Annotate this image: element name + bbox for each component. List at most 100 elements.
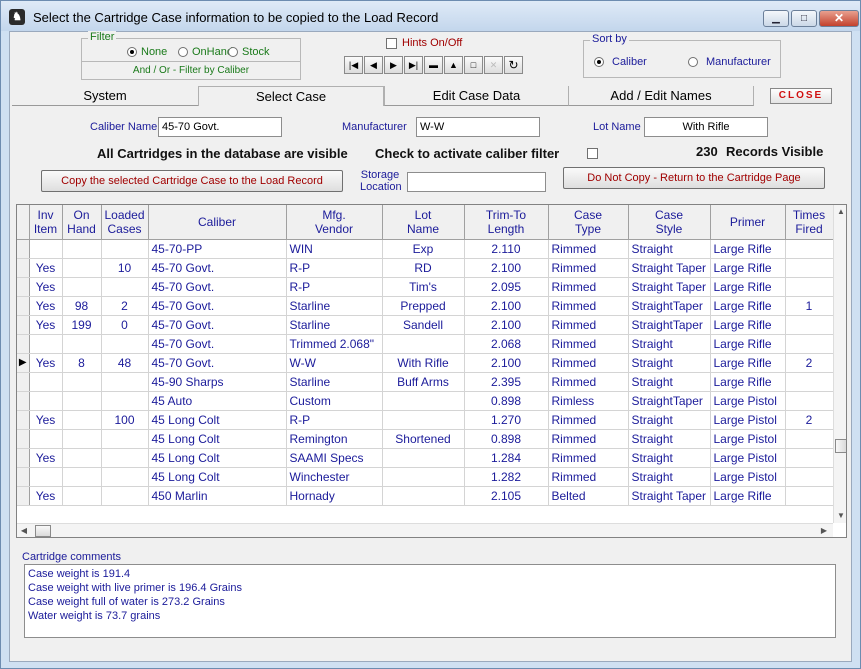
tab-select-case[interactable]: Select Case <box>198 86 384 106</box>
cell-inv-item[interactable] <box>29 467 63 487</box>
manufacturer-field[interactable]: W-W <box>416 117 540 137</box>
cell-case-type[interactable]: Rimless <box>548 391 629 411</box>
cell-caliber[interactable]: 45-70 Govt. <box>148 258 287 278</box>
cell-times-fired[interactable] <box>785 258 834 278</box>
cell-caliber[interactable]: 45-70 Govt. <box>148 296 287 316</box>
cell-case-type[interactable]: Rimmed <box>548 429 629 449</box>
column-header-times-fired[interactable]: Times Fired <box>785 205 834 240</box>
cell-on-hand[interactable] <box>62 239 102 259</box>
column-header-lot-name[interactable]: Lot Name <box>382 205 465 240</box>
cell-lot-name[interactable]: Exp <box>382 239 465 259</box>
cell-trim-to-length[interactable]: 2.100 <box>464 315 549 335</box>
cell-inv-item[interactable]: Yes <box>29 448 63 468</box>
cell-inv-item[interactable]: Yes <box>29 410 63 430</box>
maximize-button[interactable]: □ <box>791 10 817 27</box>
hints-checkbox[interactable] <box>386 37 397 49</box>
caliber-name-field[interactable]: 45-70 Govt. <box>158 117 282 137</box>
cell-trim-to-length[interactable]: 1.270 <box>464 410 549 430</box>
table-row[interactable]: Yes 98 2 45-70 Govt. Starline Prepped 2.100 Rim… <box>17 296 834 316</box>
cell-loaded-cases[interactable] <box>101 486 149 506</box>
cell-caliber[interactable]: 450 Marlin <box>148 486 287 506</box>
cell-caliber[interactable]: 45 Long Colt <box>148 429 287 449</box>
cell-inv-item[interactable]: Yes <box>29 315 63 335</box>
cell-loaded-cases[interactable] <box>101 277 149 297</box>
cancel-edit-button[interactable]: ✕ <box>484 56 503 74</box>
delete-record-button[interactable]: ▬ <box>424 56 443 74</box>
cell-on-hand[interactable] <box>62 391 102 411</box>
cell-case-style[interactable]: Straight <box>628 448 711 468</box>
cell-mfg-vendor[interactable]: R-P <box>286 277 383 297</box>
cell-lot-name[interactable]: With Rifle <box>382 353 465 373</box>
lot-name-field[interactable]: With Rifle <box>644 117 768 137</box>
minimize-button[interactable]: ▁ <box>763 10 789 27</box>
cell-primer[interactable]: Large Rifle <box>710 277 786 297</box>
cell-trim-to-length[interactable]: 2.095 <box>464 277 549 297</box>
cell-case-style[interactable]: Straight <box>628 239 711 259</box>
cell-trim-to-length[interactable]: 2.100 <box>464 296 549 316</box>
scroll-right-icon[interactable]: ▶ <box>817 524 831 537</box>
column-header-mfg-vendor[interactable]: Mfg. Vendor <box>286 205 383 240</box>
scroll-up-icon[interactable]: ▲ <box>834 205 846 219</box>
cell-case-type[interactable]: Belted <box>548 486 629 506</box>
cell-caliber[interactable]: 45-70 Govt. <box>148 277 287 297</box>
cell-loaded-cases[interactable]: 100 <box>101 410 149 430</box>
cell-times-fired[interactable]: 2 <box>785 353 834 373</box>
cell-times-fired[interactable] <box>785 429 834 449</box>
cell-primer[interactable]: Large Rifle <box>710 239 786 259</box>
cell-caliber[interactable]: 45 Long Colt <box>148 448 287 468</box>
cell-primer[interactable]: Large Rifle <box>710 258 786 278</box>
table-row[interactable]: 45-70-PP WIN Exp 2.110 Rimmed Straight Large R… <box>17 239 834 259</box>
row-selector[interactable] <box>17 296 30 316</box>
cell-mfg-vendor[interactable]: SAAMI Specs <box>286 448 383 468</box>
cell-inv-item[interactable]: Yes <box>29 277 63 297</box>
window-close-button[interactable]: ✕ <box>819 10 859 27</box>
cell-trim-to-length[interactable]: 2.105 <box>464 486 549 506</box>
hints-toggle[interactable]: Hints On/Off <box>386 37 462 49</box>
cell-primer[interactable]: Large Rifle <box>710 372 786 392</box>
cell-loaded-cases[interactable] <box>101 467 149 487</box>
horizontal-scrollbar[interactable]: ◀ ▶ <box>17 523 833 537</box>
comments-textarea[interactable]: Case weight is 191.4 Case weight with liv… <box>24 564 836 638</box>
cell-inv-item[interactable]: Yes <box>29 486 63 506</box>
cell-loaded-cases[interactable]: 48 <box>101 353 149 373</box>
cell-on-hand[interactable]: 98 <box>62 296 102 316</box>
cell-times-fired[interactable]: 2 <box>785 410 834 430</box>
table-row[interactable]: Yes 45-70 Govt. R-P Tim's 2.095 Rimmed Straigh… <box>17 277 834 297</box>
cell-trim-to-length[interactable]: 0.898 <box>464 429 549 449</box>
last-record-button[interactable]: ▶| <box>404 56 423 74</box>
row-selector[interactable] <box>17 258 30 278</box>
scroll-down-icon[interactable]: ▼ <box>834 509 846 523</box>
cell-on-hand[interactable]: 8 <box>62 353 102 373</box>
cell-primer[interactable]: Large Rifle <box>710 296 786 316</box>
cell-primer[interactable]: Large Rifle <box>710 353 786 373</box>
cell-times-fired[interactable] <box>785 239 834 259</box>
cell-on-hand[interactable] <box>62 410 102 430</box>
cell-case-type[interactable]: Rimmed <box>548 467 629 487</box>
cell-case-style[interactable]: Straight <box>628 410 711 430</box>
cell-mfg-vendor[interactable]: Starline <box>286 296 383 316</box>
column-header-loaded-cases[interactable]: Loaded Cases <box>101 205 149 240</box>
cell-case-style[interactable]: Straight <box>628 429 711 449</box>
column-header-on-hand[interactable]: On Hand <box>62 205 102 240</box>
row-selector[interactable] <box>17 410 30 430</box>
cell-case-style[interactable]: Straight <box>628 467 711 487</box>
cell-trim-to-length[interactable]: 1.284 <box>464 448 549 468</box>
cell-lot-name[interactable] <box>382 410 465 430</box>
cell-caliber[interactable]: 45 Long Colt <box>148 467 287 487</box>
first-record-button[interactable]: |◀ <box>344 56 363 74</box>
cell-case-type[interactable]: Rimmed <box>548 258 629 278</box>
cell-case-type[interactable]: Rimmed <box>548 277 629 297</box>
cell-primer[interactable]: Large Pistol <box>710 410 786 430</box>
cell-case-style[interactable]: Straight Taper <box>628 277 711 297</box>
cell-case-style[interactable]: Straight Taper <box>628 258 711 278</box>
row-pointer-icon[interactable]: ▶ <box>17 353 30 373</box>
cell-on-hand[interactable] <box>62 467 102 487</box>
cell-primer[interactable]: Large Pistol <box>710 429 786 449</box>
cell-caliber[interactable]: 45 Long Colt <box>148 410 287 430</box>
cell-times-fired[interactable] <box>785 315 834 335</box>
cell-times-fired[interactable] <box>785 467 834 487</box>
column-header-trim-to-length[interactable]: Trim-To Length <box>464 205 549 240</box>
vertical-scrollbar[interactable]: ▲ ▼ <box>833 205 846 523</box>
horizontal-scroll-thumb[interactable] <box>35 525 51 537</box>
edit-record-button[interactable]: □ <box>464 56 483 74</box>
